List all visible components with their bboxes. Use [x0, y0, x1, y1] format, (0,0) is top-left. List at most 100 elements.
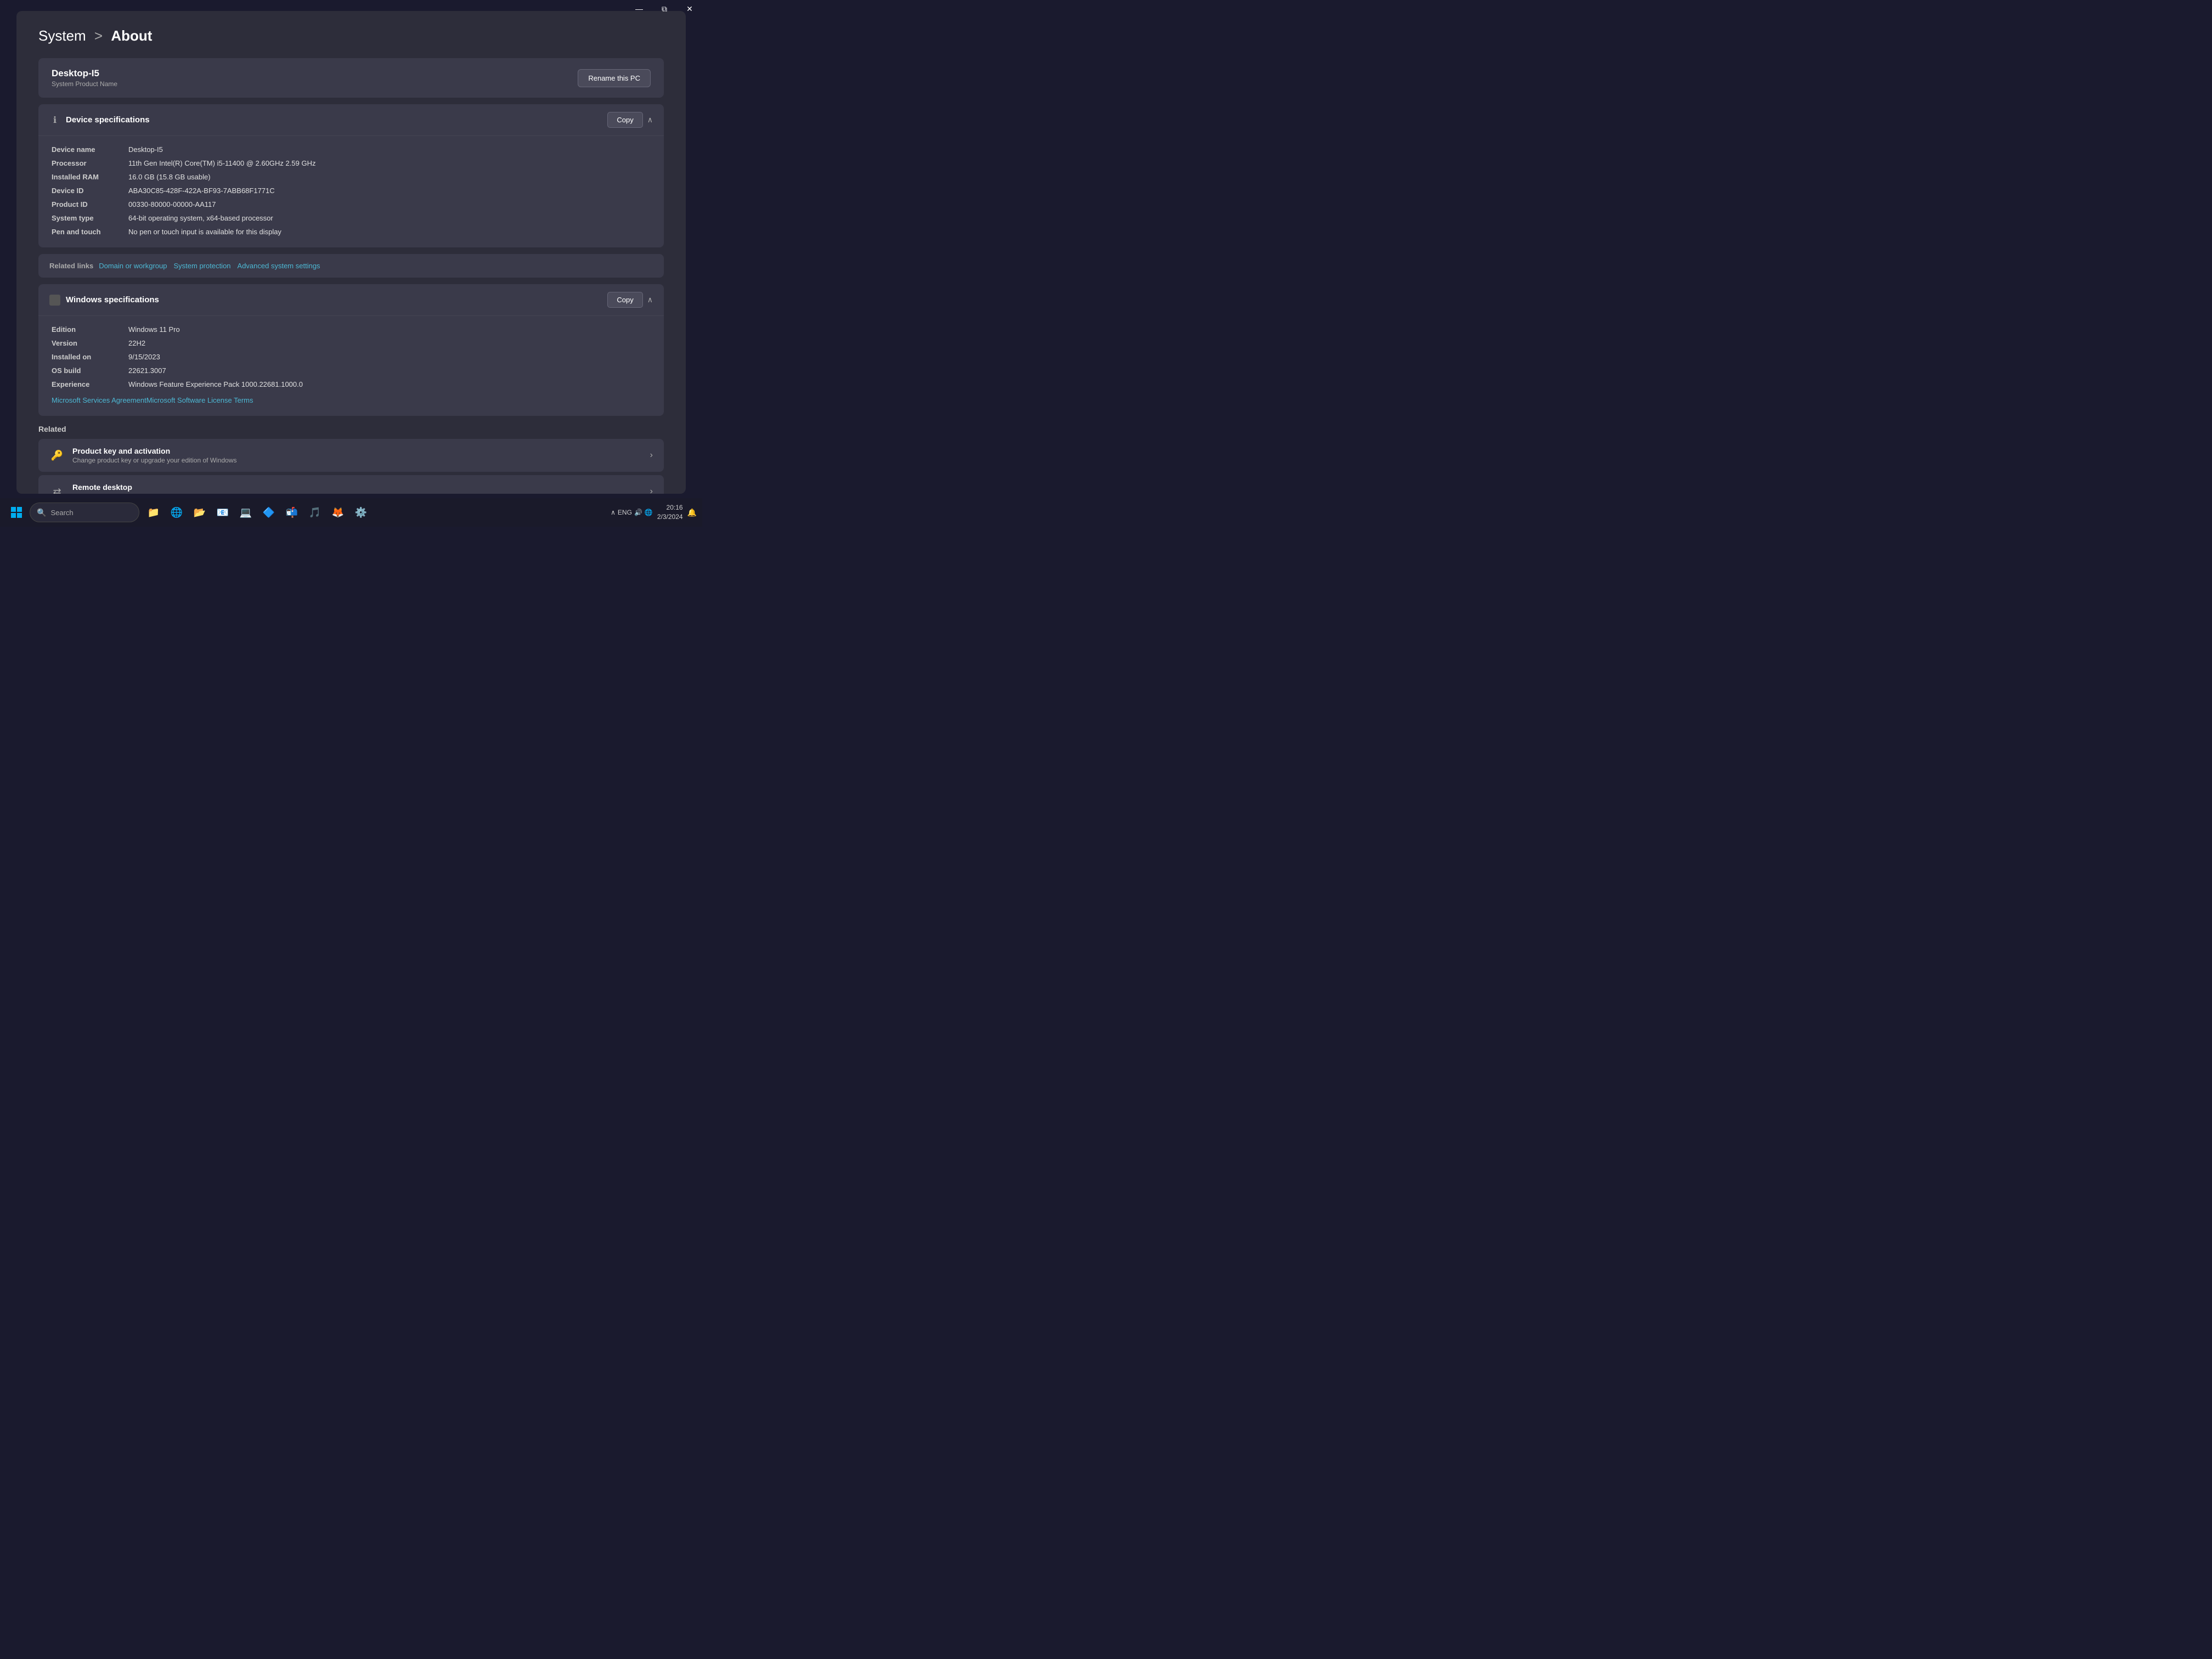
table-row: OS build 22621.3007: [52, 364, 651, 377]
windows-logo-icon: [10, 506, 22, 518]
taskbar-search[interactable]: 🔍 Search: [30, 503, 139, 522]
related-link-advanced-settings[interactable]: Advanced system settings: [238, 262, 320, 270]
windows-specs-header-left: Windows specifications: [49, 295, 159, 306]
start-button[interactable]: [5, 501, 27, 523]
windows-specs-title: Windows specifications: [66, 295, 159, 304]
table-row: Microsoft Services Agreement Microsoft S…: [52, 391, 651, 407]
key-icon: 🔑: [49, 448, 65, 463]
windows-specs-rows: Edition Windows 11 Pro Version 22H2 Inst…: [38, 316, 664, 416]
spec-label-product-id: Product ID: [52, 200, 128, 208]
network-icon[interactable]: 🌐: [645, 509, 653, 516]
taskbar-app-folder[interactable]: 📂: [190, 503, 210, 522]
spec-label-installed-on: Installed on: [52, 353, 128, 361]
taskbar-clock[interactable]: 20:16 2/3/2024: [657, 503, 683, 522]
windows-specs-chevron-icon[interactable]: ∧: [647, 295, 653, 304]
spec-value-ram: 16.0 GB (15.8 GB usable): [128, 173, 651, 181]
windows-specs-header-right: Copy ∧: [607, 292, 653, 308]
related-item-left: 🔑 Product key and activation Change prod…: [49, 447, 237, 464]
spec-value-device-id: ABA30C85-428F-422A-BF93-7ABB68F1771C: [128, 187, 651, 195]
related-links-section: Related links Domain or workgroup System…: [38, 254, 664, 278]
spec-value-os-build: 22621.3007: [128, 366, 651, 375]
minimize-button[interactable]: —: [627, 0, 652, 18]
spec-value-device-name: Desktop-I5: [128, 145, 651, 154]
chevron-up-icon[interactable]: ∧: [611, 509, 616, 516]
spec-value-product-id: 00330-80000-00000-AA117: [128, 200, 651, 208]
spec-value-pen-touch: No pen or touch input is available for t…: [128, 228, 651, 236]
related-item-product-key-title: Product key and activation: [72, 447, 237, 455]
related-item-product-key[interactable]: 🔑 Product key and activation Change prod…: [38, 439, 664, 472]
system-tray: ∧ ENG 🔊 🌐: [611, 509, 653, 516]
spec-label-system-type: System type: [52, 214, 128, 222]
windows-icon: [49, 295, 60, 306]
spec-value-installed-on: 9/15/2023: [128, 353, 651, 361]
spec-label-ram: Installed RAM: [52, 173, 128, 181]
taskbar-app-firefox[interactable]: 🦊: [328, 503, 348, 522]
related-section-title: Related: [38, 425, 664, 433]
restore-button[interactable]: ⧉: [652, 0, 677, 18]
related-item-left: ⇄ Remote desktop Control this device fro…: [49, 483, 187, 494]
spec-label-device-name: Device name: [52, 145, 128, 154]
speaker-icon[interactable]: 🔊: [634, 509, 642, 516]
pc-name: Desktop-I5: [52, 68, 117, 79]
ms-services-link[interactable]: Microsoft Services Agreement: [52, 396, 146, 404]
table-row: Edition Windows 11 Pro: [52, 323, 651, 336]
taskbar-app-mail[interactable]: 📧: [213, 503, 233, 522]
breadcrumb-current: About: [111, 27, 152, 44]
table-row: Device name Desktop-I5: [52, 143, 651, 156]
taskbar-app-terminal[interactable]: 💻: [236, 503, 256, 522]
taskbar-app-chat[interactable]: 📬: [282, 503, 302, 522]
spec-value-experience: Windows Feature Experience Pack 1000.226…: [128, 380, 651, 388]
table-row: Experience Windows Feature Experience Pa…: [52, 377, 651, 391]
table-row: Version 22H2: [52, 336, 651, 350]
windows-specs-copy-button[interactable]: Copy: [607, 292, 642, 308]
table-row: Product ID 00330-80000-00000-AA117: [52, 198, 651, 211]
close-button[interactable]: ✕: [677, 0, 702, 18]
pc-name-text: Desktop-I5 System Product Name: [52, 68, 117, 88]
taskbar-app-settings[interactable]: ⚙️: [351, 503, 371, 522]
settings-window: System > About Desktop-I5 System Product…: [16, 11, 686, 494]
rename-pc-button[interactable]: Rename this PC: [578, 69, 651, 87]
related-item-remote-desktop[interactable]: ⇄ Remote desktop Control this device fro…: [38, 475, 664, 494]
taskbar-search-text: Search: [50, 509, 73, 517]
device-specs-header-left: ℹ Device specifications: [49, 115, 150, 126]
windows-specs-section: Windows specifications Copy ∧ Edition Wi…: [38, 284, 664, 416]
related-link-system-protection[interactable]: System protection: [173, 262, 230, 270]
taskbar-right: ∧ ENG 🔊 🌐 20:16 2/3/2024 🔔: [611, 503, 697, 522]
breadcrumb-parent[interactable]: System: [38, 27, 86, 44]
language-indicator: ENG: [618, 509, 632, 516]
taskbar-app-music[interactable]: 🎵: [305, 503, 325, 522]
spec-value-version: 22H2: [128, 339, 651, 347]
taskbar-app-code[interactable]: 🔷: [259, 503, 279, 522]
spec-label-edition: Edition: [52, 325, 128, 334]
related-item-remote-desktop-title: Remote desktop: [72, 483, 187, 492]
chevron-right-icon: ›: [650, 487, 653, 494]
clock-date: 2/3/2024: [657, 512, 683, 522]
notification-icon[interactable]: 🔔: [687, 508, 697, 517]
table-row: Installed RAM 16.0 GB (15.8 GB usable): [52, 170, 651, 184]
table-row: Device ID ABA30C85-428F-422A-BF93-7ABB68…: [52, 184, 651, 198]
pc-name-section: Desktop-I5 System Product Name Rename th…: [38, 58, 664, 98]
device-specs-header: ℹ Device specifications Copy ∧: [38, 104, 664, 136]
related-link-domain[interactable]: Domain or workgroup: [99, 262, 167, 270]
device-specs-title: Device specifications: [66, 115, 150, 125]
table-row: Installed on 9/15/2023: [52, 350, 651, 364]
related-item-remote-desktop-subtitle: Control this device from another device: [72, 493, 187, 494]
related-item-product-key-text: Product key and activation Change produc…: [72, 447, 237, 464]
spec-label-device-id: Device ID: [52, 187, 128, 195]
device-specs-rows: Device name Desktop-I5 Processor 11th Ge…: [38, 136, 664, 247]
table-row: Pen and touch No pen or touch input is a…: [52, 225, 651, 239]
related-links-label: Related links: [49, 262, 93, 270]
pc-name-subtitle: System Product Name: [52, 80, 117, 88]
remote-desktop-icon: ⇄: [49, 484, 65, 494]
chevron-right-icon: ›: [650, 450, 653, 460]
spec-value-edition: Windows 11 Pro: [128, 325, 651, 334]
breadcrumb: System > About: [38, 27, 664, 44]
spec-label-experience: Experience: [52, 380, 128, 388]
ms-license-link[interactable]: Microsoft Software License Terms: [146, 396, 253, 404]
table-row: System type 64-bit operating system, x64…: [52, 211, 651, 225]
device-specs-copy-button[interactable]: Copy: [607, 112, 642, 128]
spec-label-os-build: OS build: [52, 366, 128, 375]
taskbar-app-browser[interactable]: 🌐: [167, 503, 187, 522]
device-specs-chevron-icon[interactable]: ∧: [647, 115, 653, 125]
taskbar-app-files[interactable]: 📁: [144, 503, 163, 522]
